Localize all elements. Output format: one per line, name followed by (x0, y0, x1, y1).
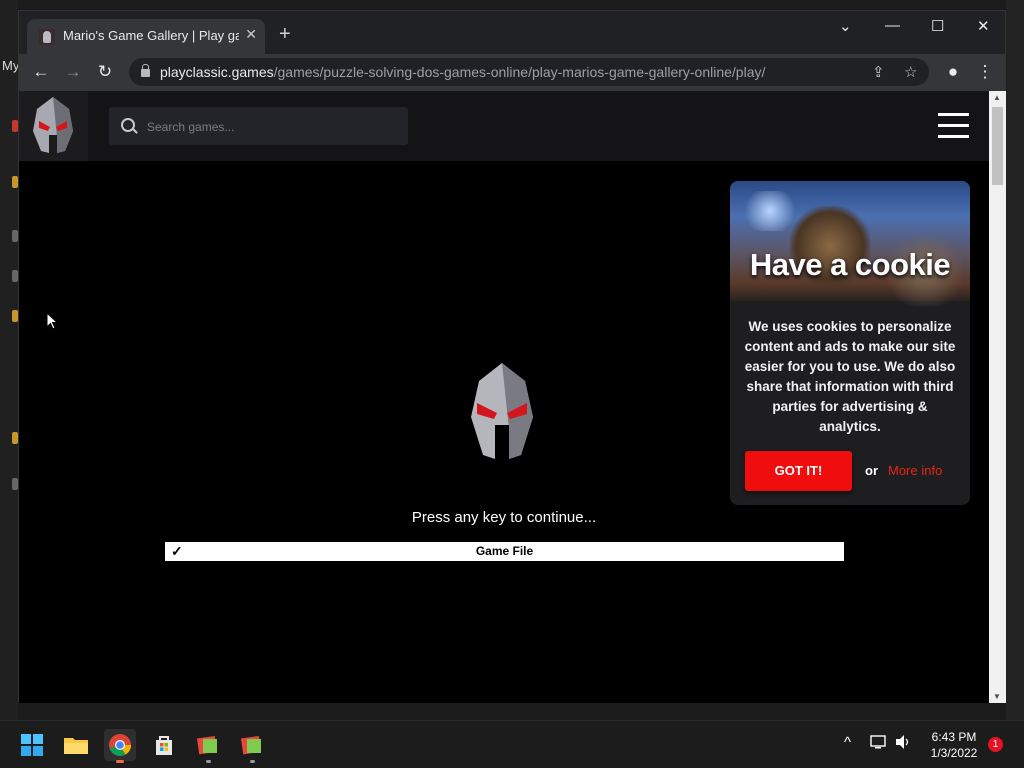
microsoft-store-icon (156, 736, 172, 755)
cookie-banner-image (730, 181, 970, 306)
notification-badge[interactable]: 1 (988, 737, 1003, 752)
minimize-button[interactable]: — (885, 17, 900, 34)
back-button[interactable]: ← (31, 62, 51, 82)
app-icon (196, 735, 218, 755)
page-scrollbar[interactable]: ▲ ▼ (989, 91, 1006, 703)
search-input[interactable] (145, 116, 399, 138)
close-window-button[interactable]: ✕ (977, 17, 990, 35)
url-path: /games/puzzle-solving-dos-games-online/p… (273, 64, 766, 80)
chrome-taskbar-button[interactable] (104, 729, 136, 763)
cookie-heading: Have a cookie (749, 247, 951, 282)
spartan-helmet-icon (33, 97, 73, 153)
profile-icon[interactable]: ● (943, 62, 963, 82)
windows-start-icon (21, 734, 43, 756)
tab-title: Mario's Game Gallery | Play game (63, 28, 239, 43)
url-host: playclassic.games (160, 64, 274, 80)
more-info-link[interactable]: More info (888, 463, 942, 478)
site-search[interactable] (109, 107, 408, 145)
open-app-indicator (206, 760, 211, 763)
tab-close-icon[interactable]: ✕ (245, 26, 257, 43)
browser-toolbar: ← → ↻ playclassic.games/games/puzzle-sol… (19, 54, 1005, 91)
hamburger-menu-icon[interactable] (938, 113, 969, 139)
network-icon[interactable] (870, 734, 888, 754)
scroll-down-arrow-icon[interactable]: ▼ (993, 692, 1001, 701)
forward-button[interactable]: → (63, 62, 83, 82)
chrome-icon (109, 734, 131, 757)
share-icon[interactable]: ⇪ (872, 63, 885, 81)
tab-strip: Mario's Game Gallery | Play game ✕ + ⌄ —… (19, 11, 1005, 54)
volume-icon[interactable] (894, 734, 912, 754)
browser-tab[interactable]: Mario's Game Gallery | Play game ✕ (27, 19, 265, 54)
page-viewport: Press any key to continue... ✓ Game File… (19, 91, 989, 703)
lock-icon (141, 64, 150, 77)
store-button[interactable] (148, 729, 180, 761)
cookie-consent-popup: Have a cookie We uses cookies to persona… (730, 181, 970, 505)
bookmark-star-icon[interactable]: ☆ (904, 63, 917, 81)
game-file-progress-bar: ✓ Game File (165, 542, 844, 561)
new-tab-button[interactable]: + (279, 24, 291, 44)
app-taskbar-button[interactable] (236, 729, 268, 763)
progress-label: Game File (475, 544, 534, 558)
speaker-icon (896, 735, 909, 749)
network-icon-glyph (870, 735, 886, 749)
app-taskbar-button[interactable] (192, 729, 224, 763)
search-icon (121, 118, 135, 132)
favicon-icon (39, 29, 55, 45)
open-app-indicator (250, 760, 255, 763)
browser-window: Mario's Game Gallery | Play game ✕ + ⌄ —… (18, 10, 1006, 703)
scroll-up-arrow-icon[interactable]: ▲ (993, 93, 1001, 102)
site-logo[interactable] (19, 91, 88, 161)
clock-time: 6:43 PM (931, 730, 977, 744)
desktop-right-strip (1006, 0, 1024, 720)
desktop-left-strip (0, 0, 18, 720)
app-icon (240, 735, 262, 755)
spartan-helmet-game-logo (471, 363, 533, 459)
reload-button[interactable]: ↻ (95, 62, 115, 82)
windows-taskbar: ^ 6:43 PM 1/3/2022 1 (0, 720, 1024, 768)
browser-menu-icon[interactable]: ⋮ (975, 62, 995, 82)
address-bar[interactable]: playclassic.games/games/puzzle-solving-d… (129, 58, 929, 86)
folder-icon (64, 738, 88, 754)
cookie-or-text: or (865, 463, 878, 478)
start-button[interactable] (16, 729, 48, 761)
tab-search-dropdown-icon[interactable]: ⌄ (839, 17, 852, 35)
active-app-indicator (116, 760, 124, 763)
site-header (19, 91, 989, 161)
cookie-message: We uses cookies to personalize content a… (744, 319, 956, 434)
mouse-cursor-icon (46, 312, 58, 330)
scrollbar-thumb[interactable] (992, 107, 1003, 185)
system-clock[interactable]: 6:43 PM 1/3/2022 (920, 729, 988, 761)
file-explorer-button[interactable] (60, 729, 92, 761)
tray-overflow-chevron-icon[interactable]: ^ (844, 734, 851, 751)
maximize-button[interactable]: ☐ (931, 17, 944, 35)
got-it-button[interactable]: GOT IT! (745, 451, 852, 491)
clock-date: 1/3/2022 (930, 746, 978, 760)
url-text[interactable]: playclassic.games/games/puzzle-solving-d… (160, 64, 765, 80)
press-any-key-text: Press any key to continue... (411, 509, 597, 526)
desktop-label: My (2, 58, 20, 73)
